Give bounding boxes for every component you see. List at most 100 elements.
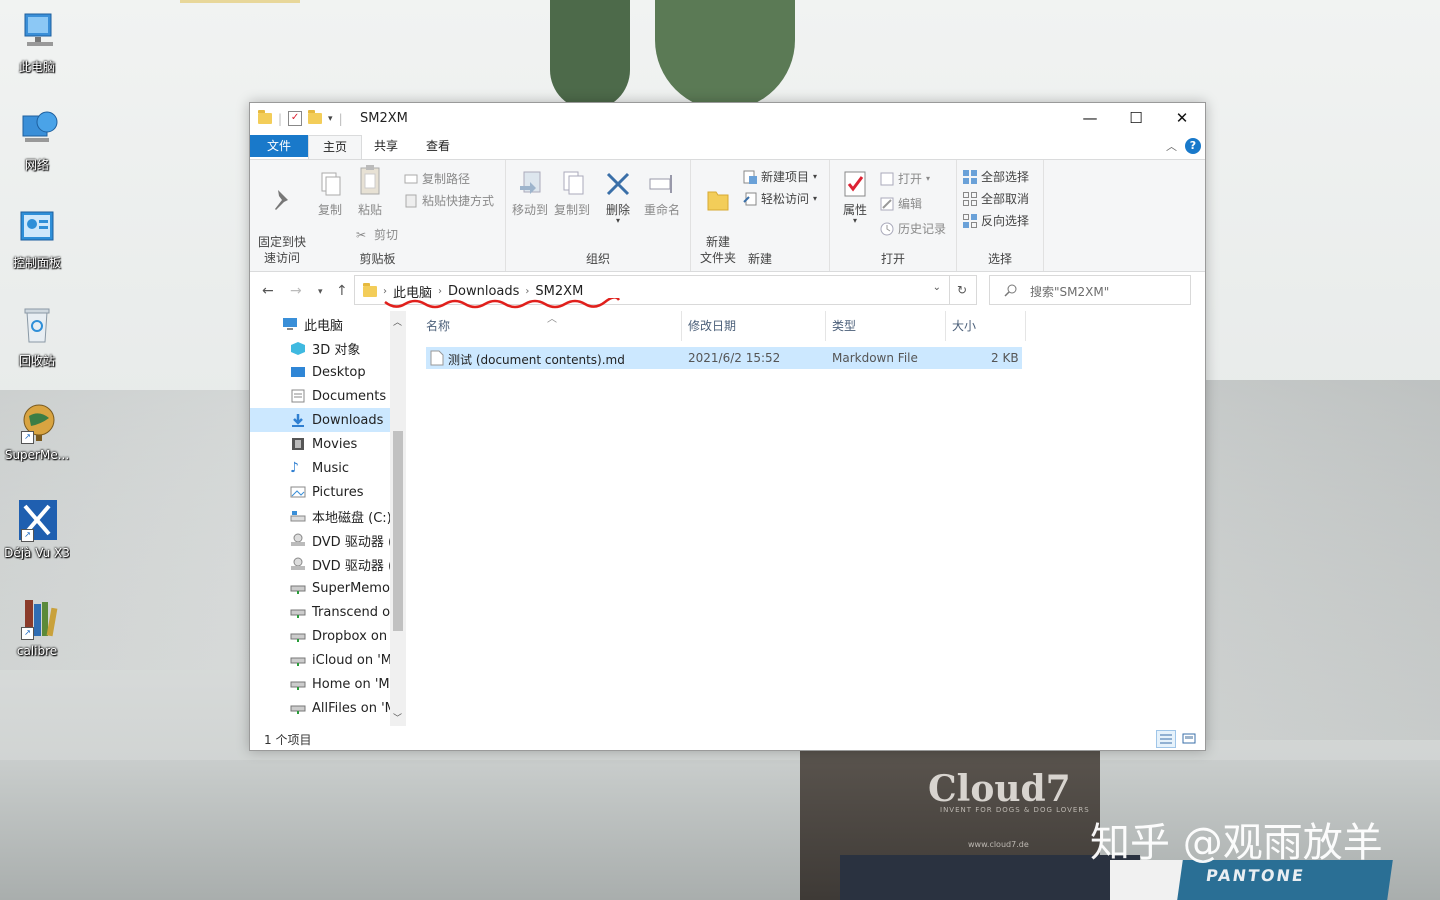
copy-button[interactable]: 复制 — [312, 170, 348, 218]
nav-item-local-disk[interactable]: 本地磁盘 (C:) — [250, 504, 406, 528]
nav-item-transcend[interactable]: Transcend on — [250, 600, 406, 624]
books-icon: ↗ — [15, 596, 59, 640]
paste-shortcut-button[interactable]: 粘贴快捷方式 — [404, 192, 494, 209]
copy-to-button[interactable]: 复制到 — [552, 170, 592, 218]
nav-item-music[interactable]: ♪ Music — [250, 456, 406, 480]
refresh-icon[interactable]: ↻ — [948, 275, 977, 305]
search-input[interactable]: 搜索"SM2XM" — [989, 275, 1191, 305]
large-icons-view-button[interactable] — [1179, 730, 1199, 748]
local-disk-icon — [290, 509, 306, 523]
customize-toolbar-icon[interactable]: ▾ — [328, 114, 333, 124]
easy-access-button[interactable]: 轻松访问 ▾ — [743, 190, 817, 207]
new-item-button[interactable]: 新建项目 ▾ — [743, 168, 817, 185]
copy-path-button[interactable]: 复制路径 — [404, 170, 470, 187]
delete-button[interactable]: 删除 ▾ — [600, 170, 636, 225]
nav-item-icloud[interactable]: iCloud on 'Ma — [250, 648, 406, 672]
nav-item-this-pc[interactable]: 此电脑 — [250, 312, 406, 336]
easy-access-label: 轻松访问 — [761, 192, 810, 206]
open-button[interactable]: 打开 ▾ — [880, 170, 930, 187]
nav-item-dropbox[interactable]: Dropbox on ' — [250, 624, 406, 648]
address-bar[interactable]: › 此电脑 › Downloads › SM2XM ⌄ — [354, 275, 950, 309]
select-none-button[interactable]: 全部取消 — [963, 190, 1029, 207]
up-arrow-icon[interactable]: ↑ — [336, 283, 348, 299]
properties-button[interactable]: 属性 ▾ — [838, 170, 872, 225]
new-folder-icon[interactable] — [308, 110, 323, 124]
breadcrumb-downloads[interactable]: Downloads — [448, 284, 519, 299]
network-drive-icon — [290, 629, 306, 643]
history-button[interactable]: 历史记录 — [880, 220, 946, 237]
desktop-icon-dejavu[interactable]: ↗ Déjà Vu X3 — [4, 498, 70, 560]
properties-check-icon[interactable]: ✓ — [288, 111, 303, 126]
nav-item-downloads[interactable]: Downloads — [250, 408, 406, 432]
tab-home[interactable]: 主页 — [308, 135, 362, 159]
nav-label: Home on 'Ma — [312, 676, 398, 692]
scroll-up-arrow-icon[interactable]: ︿ — [393, 315, 402, 328]
group-open-label: 打开 — [880, 252, 905, 266]
maximize-button[interactable]: ☐ — [1113, 103, 1159, 134]
breadcrumb-separator-icon[interactable]: › — [525, 286, 529, 297]
back-arrow-icon[interactable]: ← — [262, 283, 274, 299]
desktop-icon-control-panel[interactable]: 控制面板 — [4, 206, 70, 271]
help-button[interactable]: ? — [1185, 138, 1201, 154]
nav-item-desktop[interactable]: Desktop — [250, 360, 406, 384]
breadcrumb-separator-icon[interactable]: › — [438, 286, 442, 297]
table-row[interactable]: 测试 (document contents).md 2021/6/2 15:52… — [426, 347, 1022, 369]
paste-button[interactable]: 粘贴 — [352, 164, 388, 218]
edit-label: 编辑 — [898, 197, 923, 211]
desktop-icon-this-pc[interactable]: 此电脑 — [4, 10, 70, 75]
close-button[interactable]: ✕ — [1159, 103, 1205, 134]
cut-button[interactable]: ✂ 剪切 — [356, 226, 398, 243]
nav-label: Transcend on — [312, 604, 399, 620]
breadcrumb-sm2xm[interactable]: SM2XM — [535, 284, 583, 299]
tab-view[interactable]: 查看 — [412, 135, 464, 157]
forward-arrow-icon[interactable]: → — [290, 283, 302, 299]
nav-item-movies[interactable]: Movies — [250, 432, 406, 456]
copy-path-label: 复制路径 — [422, 172, 471, 186]
address-dropdown-chevron-icon[interactable]: ⌄ — [933, 282, 941, 293]
tab-file[interactable]: 文件 — [250, 135, 308, 157]
downloads-icon — [290, 413, 306, 427]
scrollbar-thumb[interactable] — [393, 431, 403, 631]
details-view-button[interactable] — [1156, 730, 1176, 748]
column-header-name[interactable]: ︿ 名称 — [420, 311, 682, 341]
column-header-type[interactable]: 类型 — [826, 311, 946, 341]
nav-item-allfiles[interactable]: AllFiles on 'M — [250, 696, 406, 720]
move-to-button[interactable]: 移动到 — [510, 170, 550, 218]
nav-item-documents[interactable]: Documents — [250, 384, 406, 408]
nav-label: Downloads — [312, 412, 384, 428]
nav-label: 3D 对象 — [312, 342, 361, 358]
chevron-down-icon: ▾ — [615, 216, 620, 225]
tab-share[interactable]: 共享 — [360, 135, 412, 157]
background-shadow — [1205, 380, 1440, 740]
edit-button[interactable]: 编辑 — [880, 195, 922, 212]
desktop-icon-recycle-bin[interactable]: 回收站 — [4, 304, 70, 369]
group-clipboard-label: 剪贴板 — [359, 252, 396, 266]
select-none-icon — [963, 191, 977, 206]
copy-to-label: 复制到 — [553, 203, 590, 217]
nav-label: Music — [312, 460, 349, 476]
nav-item-home[interactable]: Home on 'Ma — [250, 672, 406, 696]
select-none-label: 全部取消 — [981, 192, 1030, 206]
scroll-down-arrow-icon[interactable]: ﹀ — [393, 711, 402, 724]
nav-scrollbar[interactable]: ︿ ﹀ — [390, 311, 406, 726]
new-item-label: 新建项目 — [761, 170, 810, 184]
nav-item-3d-objects[interactable]: 3D 对象 — [250, 336, 406, 360]
breadcrumb-separator-icon[interactable]: › — [383, 286, 387, 297]
background-decoration — [180, 0, 300, 3]
column-header-modified[interactable]: 修改日期 — [682, 311, 826, 341]
nav-item-supermemo[interactable]: SuperMemo ( — [250, 576, 406, 600]
select-all-button[interactable]: 全部选择 — [963, 168, 1029, 185]
recent-locations-chevron-icon[interactable]: ▾ — [318, 287, 323, 297]
rename-button[interactable]: 重命名 — [640, 170, 684, 218]
minimize-button[interactable]: — — [1067, 103, 1113, 134]
invert-selection-button[interactable]: 反向选择 — [963, 212, 1029, 229]
nav-item-dvd-e[interactable]: DVD 驱动器 (E — [250, 552, 406, 576]
collapse-ribbon-icon[interactable]: ︿ — [1166, 138, 1177, 154]
delete-x-icon — [604, 170, 632, 198]
nav-item-pictures[interactable]: Pictures — [250, 480, 406, 504]
desktop-icon-supermemo[interactable]: ↗ SuperMe... — [4, 400, 70, 462]
column-header-size[interactable]: 大小 — [946, 311, 1026, 341]
nav-item-dvd-d[interactable]: DVD 驱动器 (D — [250, 528, 406, 552]
desktop-icon-calibre[interactable]: ↗ calibre — [4, 596, 70, 658]
desktop-icon-network[interactable]: 网络 — [4, 108, 70, 173]
